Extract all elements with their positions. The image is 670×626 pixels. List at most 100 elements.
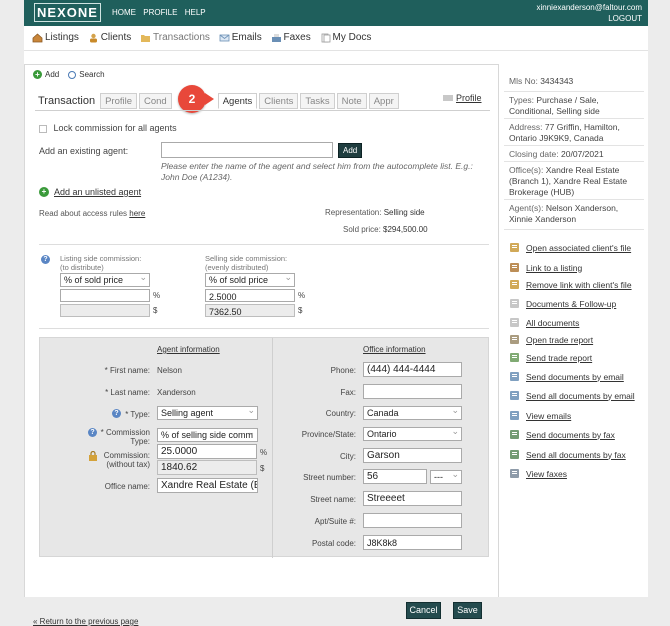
sidebar-action-label: Open trade report [526, 334, 594, 345]
sidebar-action-12[interactable]: View faxes [509, 468, 567, 479]
selling-commission-select[interactable]: % of sold price [205, 273, 295, 287]
nav-listings[interactable]: Listings [32, 32, 79, 43]
agent-help-text: Please enter the name of the agent and s… [161, 161, 473, 182]
tab-note[interactable]: Note [336, 93, 367, 109]
save-button[interactable]: Save [453, 602, 482, 619]
agent-info-header: Agent information [157, 345, 220, 354]
tab-profile[interactable]: Profile [100, 93, 137, 109]
logout-link[interactable]: LOGOUT [536, 13, 642, 24]
agents-info: Agent(s): Nelson Xanderson, Xinnie Xande… [509, 203, 619, 224]
street-name-input[interactable]: Streeeet [363, 491, 462, 506]
house-link-icon [509, 262, 520, 273]
sold-price: Sold price: $294,500.00 [343, 225, 428, 234]
folder-icon [140, 33, 151, 43]
sidebar-action-label: Send all documents by fax [526, 449, 626, 460]
sidebar-action-9[interactable]: View emails [509, 410, 571, 421]
agent-type-select[interactable]: Selling agent [157, 406, 258, 420]
type-label: * Type: [125, 410, 150, 419]
selling-commission-amount: 7362.50 [205, 304, 295, 317]
lock-commission-checkbox[interactable] [39, 124, 47, 133]
cancel-button[interactable]: Cancel [406, 602, 441, 619]
sidebar-action-label: Send trade report [526, 352, 593, 363]
add-button[interactable]: + Add [33, 70, 59, 79]
province-label: Province/State: [301, 430, 356, 439]
add-agent-button[interactable]: Add [338, 143, 363, 158]
listing-commission-select[interactable]: % of sold price [60, 273, 150, 287]
add-unlisted-agent[interactable]: + Add an unlisted agent [39, 187, 141, 197]
nav-my-docs[interactable]: My Docs [320, 32, 371, 43]
tab-cond[interactable]: Cond [139, 93, 172, 109]
country-select[interactable]: Canada [363, 406, 462, 420]
tab-agents[interactable]: Agents [217, 93, 258, 109]
fax-label: Fax: [340, 388, 356, 397]
tabs-title: Transaction [38, 95, 96, 107]
sidebar-action-label: All documents [526, 317, 580, 328]
sidebar-action-7[interactable]: Send documents by email [509, 371, 624, 382]
fax-input[interactable] [363, 384, 462, 399]
phone-input[interactable]: (444) 444-4444 [363, 362, 462, 377]
sidebar-action-11[interactable]: Send all documents by fax [509, 449, 626, 460]
office-name-label: Office name: [104, 482, 150, 491]
dollar-symbol: $ [260, 464, 265, 473]
profile-link[interactable]: Profile [443, 93, 482, 103]
street-suffix-select[interactable]: --- [430, 470, 462, 484]
tabs-baseline [35, 110, 490, 111]
docs-icon [320, 33, 331, 43]
nav-help[interactable]: HELP [185, 8, 206, 17]
city-input[interactable]: Garson [363, 448, 462, 463]
apt-input[interactable] [363, 513, 462, 528]
office-name-input[interactable]: Xandre Real Estate (Bra [157, 478, 258, 493]
sidebar-action-0[interactable]: Open associated client's file [509, 242, 631, 253]
step-badge: 2 [178, 85, 206, 113]
account-area: xinniexanderson@faltour.com LOGOUT [536, 2, 642, 24]
lock-commission-row: Lock commission for all agents [39, 123, 177, 133]
tab-clients[interactable]: Clients [259, 93, 299, 109]
percent-symbol: % [153, 291, 161, 300]
sidebar-action-4[interactable]: All documents [509, 317, 579, 328]
sidebar-action-2[interactable]: Remove link with client's file [509, 279, 632, 290]
street-number-input[interactable]: 56 [363, 469, 427, 484]
tab-appr[interactable]: Appr [368, 93, 399, 109]
sidebar-action-1[interactable]: Link to a listing [509, 262, 582, 273]
nav-emails[interactable]: Emails [219, 32, 262, 43]
nav-transactions[interactable]: Transactions [140, 32, 210, 43]
province-select[interactable]: Ontario [363, 427, 462, 441]
help-icon[interactable]: ? [41, 255, 50, 264]
address-info: Address: 77 Griffin, Hamilton, Ontario J… [509, 122, 620, 143]
profile-icon [443, 95, 453, 101]
sidebar-action-label: Send documents by email [526, 371, 624, 382]
nexone-logo[interactable]: NEXONE [34, 3, 101, 22]
nav-clients[interactable]: Clients [88, 32, 131, 43]
city-label: City: [340, 452, 356, 461]
transaction-panel: + Add Search Transaction Profile Cond Ag… [24, 64, 499, 626]
agent-commission-percent[interactable]: 25.0000 [157, 444, 257, 459]
representation: Representation: Selling side [325, 208, 425, 217]
sidebar-action-label[interactable]: Follow-up [579, 299, 616, 309]
sidebar-action-10[interactable]: Send documents by fax [509, 429, 615, 440]
phone-label: Phone: [330, 366, 356, 375]
search-button[interactable]: Search [68, 70, 105, 79]
sidebar-action-3[interactable]: Documents & Follow-up [509, 298, 616, 309]
sidebar-action-label: Remove link with client's file [526, 279, 632, 290]
listing-commission-percent[interactable] [60, 289, 150, 302]
nav-faxes[interactable]: Faxes [271, 32, 311, 43]
commission-type-select[interactable]: % of selling side comm [157, 428, 258, 442]
return-link[interactable]: « Return to the previous page [33, 617, 138, 626]
nav-home[interactable]: HOME [112, 8, 136, 17]
agent-search-input[interactable] [161, 142, 333, 158]
postal-code-input[interactable]: J8K8k8 [363, 535, 462, 550]
listing-commission-label: Listing side commission: (to distribute) [60, 254, 142, 272]
street-name-label: Street name: [310, 495, 356, 504]
nav-profile[interactable]: PROFILE [143, 8, 177, 17]
sidebar-action-8[interactable]: Send all documents by email [509, 390, 635, 401]
sidebar-action-6[interactable]: Send trade report [509, 352, 592, 363]
selling-commission-percent[interactable]: 2.5000 [205, 289, 295, 302]
access-rules-link[interactable]: here [129, 209, 145, 218]
access-rules-text: Read about access rules here [39, 209, 146, 218]
plus-icon: + [39, 187, 49, 197]
tab-tasks[interactable]: Tasks [300, 93, 335, 109]
first-name-value: Nelson [157, 366, 182, 375]
closing-info: Closing date: 20/07/2021 [509, 149, 604, 159]
sidebar-action-5[interactable]: Open trade report [509, 334, 593, 345]
fax-docs-icon [509, 429, 520, 440]
